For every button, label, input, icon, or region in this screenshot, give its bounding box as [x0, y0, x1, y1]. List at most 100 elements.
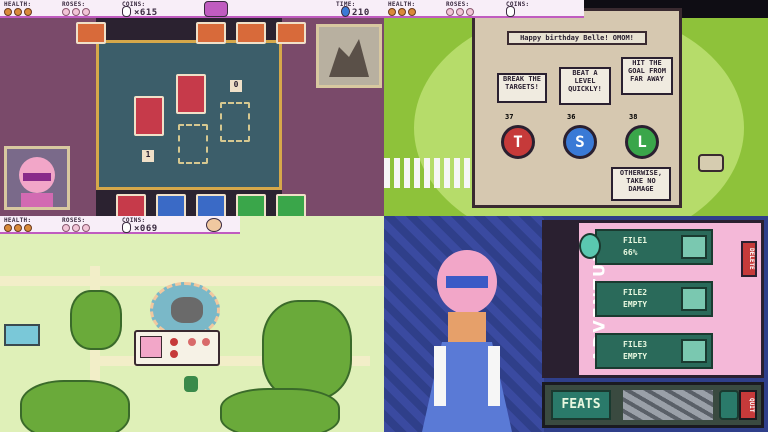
card-table	[96, 40, 282, 190]
coin-icon	[202, 338, 210, 346]
played-card-red[interactable]	[134, 96, 164, 136]
coins-value: ×615	[134, 8, 158, 18]
top-card[interactable]	[276, 22, 306, 44]
health-heart-icon	[24, 8, 32, 16]
coin-icon	[188, 338, 196, 346]
health-heart-icon	[408, 8, 416, 16]
opponent-portrait	[316, 24, 382, 88]
rose-icon	[62, 224, 70, 232]
coin-icon	[122, 6, 131, 17]
player-portrait	[4, 146, 70, 210]
health-heart-icon	[388, 8, 396, 16]
world-map-panel: HEALTH: ROSES: COINS: ×069	[0, 216, 384, 432]
challenge-note: OTHERWISE, TAKE NO DAMAGE	[611, 167, 671, 201]
rose-icon	[446, 8, 454, 16]
card-slot[interactable]	[220, 102, 250, 142]
target-medal-icon	[170, 350, 178, 358]
bottom-menu-bar: FEATS QUIT	[542, 382, 764, 428]
speed-medal-icon[interactable]: S	[563, 125, 597, 159]
health-heart-icon	[14, 8, 22, 16]
tree-cluster	[220, 388, 340, 432]
clock-icon	[341, 6, 350, 17]
health-heart-icon	[398, 8, 406, 16]
file-preview	[681, 235, 707, 259]
medal-count: 37	[505, 113, 514, 121]
health-heart-icon	[4, 224, 12, 232]
slot-count: 1	[142, 150, 154, 162]
top-card[interactable]	[76, 22, 106, 44]
health-label: HEALTH:	[4, 1, 32, 8]
hand-card-green[interactable]	[236, 194, 266, 216]
coins-value: ×069	[134, 224, 158, 234]
treasure-chest: Happy birthday Belle! OMOM! BREAK THE TA…	[472, 8, 682, 208]
file-slot-3[interactable]: FILE3 EMPTY	[595, 333, 713, 369]
rose-icon	[456, 8, 464, 16]
delete-save-button[interactable]: DELETE	[741, 241, 757, 277]
rose-icon	[72, 224, 80, 232]
settings-icon[interactable]	[719, 390, 739, 420]
roses-label: ROSES:	[62, 1, 86, 8]
level-info-popup	[134, 330, 220, 366]
tree-cluster	[20, 380, 130, 432]
rose-icon	[82, 224, 90, 232]
time-value: 210	[352, 8, 370, 18]
heroine-art	[422, 250, 512, 432]
health-heart-icon	[14, 224, 22, 232]
roses-label: ROSES:	[62, 217, 86, 224]
tree-cluster	[262, 300, 352, 400]
file-slot-2[interactable]: FILE2 EMPTY	[595, 281, 713, 317]
chest-sign: Happy birthday Belle! OMOM!	[507, 31, 647, 45]
coin-icon	[122, 222, 131, 233]
mailbox-icon	[698, 154, 724, 172]
screenshot-collage: 1 0 HEALTH: ROSES: COINS: ×615 TIME: 210…	[0, 0, 768, 432]
target-medal-icon	[170, 338, 178, 346]
feats-button[interactable]: FEATS	[551, 390, 611, 420]
girl-face-icon	[19, 157, 55, 207]
shop-building-icon[interactable]	[4, 324, 40, 346]
slot-count: 0	[230, 80, 242, 92]
file-slot-1[interactable]: FILE1 66%	[579, 229, 713, 265]
pig-icon	[206, 218, 222, 232]
quit-button[interactable]: QUIT	[739, 390, 757, 420]
medal-count: 36	[567, 113, 576, 121]
tree-cluster	[70, 290, 122, 350]
top-card[interactable]	[236, 22, 266, 44]
medal-count: 38	[629, 113, 638, 121]
player-character-icon	[184, 376, 198, 392]
rose-icon	[466, 8, 474, 16]
hand-card-red[interactable]	[116, 194, 146, 216]
file-select-panel: ADVENTURE FILE1 66% DELETE FILE2 EMPTY F…	[384, 216, 768, 432]
hand-card-blue[interactable]	[156, 194, 186, 216]
long-shot-medal-icon[interactable]: L	[625, 125, 659, 159]
flag-icon	[140, 336, 162, 358]
coin-icon	[506, 6, 515, 17]
health-heart-icon	[4, 8, 12, 16]
challenge-note: BEAT A LEVEL QUICKLY!	[559, 67, 611, 105]
challenge-note: HIT THE GOAL FROM FAR AWAY	[621, 57, 673, 95]
stopwatch-icon	[204, 1, 228, 17]
challenge-note: BREAK THE TARGETS!	[497, 73, 547, 103]
skull-icon	[579, 233, 601, 259]
hand-card-blue[interactable]	[196, 194, 226, 216]
target-medal-icon[interactable]: T	[501, 125, 535, 159]
health-heart-icon	[24, 224, 32, 232]
hand-card-green[interactable]	[276, 194, 306, 216]
boulder-icon	[171, 297, 203, 323]
roses-label: ROSES:	[446, 1, 470, 8]
rose-icon	[82, 8, 90, 16]
played-card-red[interactable]	[176, 74, 206, 114]
file-preview	[681, 339, 707, 363]
rose-icon	[62, 8, 70, 16]
top-card[interactable]	[196, 22, 226, 44]
card-game-panel: 1 0 HEALTH: ROSES: COINS: ×615 TIME: 210	[0, 0, 384, 216]
picket-fence	[384, 158, 474, 188]
hud-bar: HEALTH: ROSES: COINS: ×069	[0, 216, 240, 234]
health-label: HEALTH:	[388, 1, 416, 8]
card-slot[interactable]	[178, 124, 208, 164]
birthday-chest-panel: Happy birthday Belle! OMOM! BREAK THE TA…	[384, 0, 768, 216]
hud-bar: HEALTH: ROSES: COINS: ×615 TIME: 210	[0, 0, 384, 18]
rose-icon	[72, 8, 80, 16]
hud-bar: HEALTH: ROSES: COINS:	[384, 0, 584, 18]
adventure-bar	[545, 223, 579, 375]
health-label: HEALTH:	[4, 217, 32, 224]
